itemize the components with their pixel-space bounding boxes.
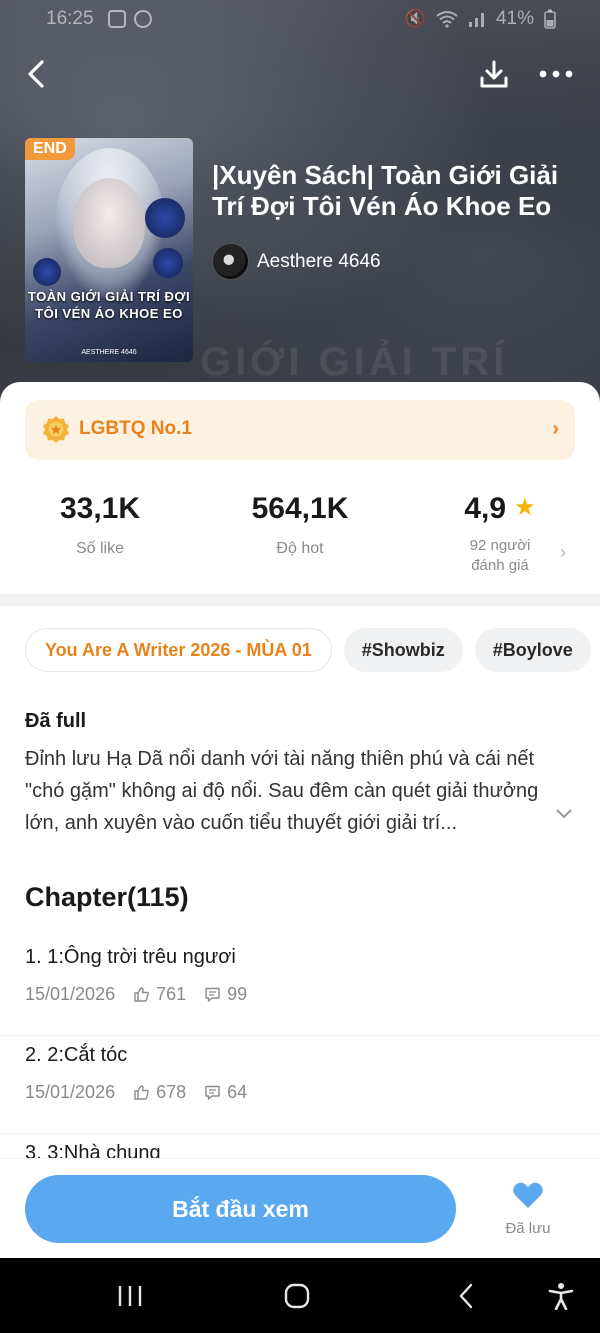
chapter-title: 3. 3:Nhà chung xyxy=(25,1142,161,1158)
synopsis[interactable]: Đã full Đỉnh lưu Hạ Dã nổi danh với tài … xyxy=(25,710,575,839)
chevron-down-icon[interactable] xyxy=(555,808,573,820)
recent-apps-button[interactable] xyxy=(110,1276,150,1316)
hot-value: 564,1K xyxy=(251,492,349,525)
section-divider xyxy=(0,594,600,606)
book-cover-image: END TOÀN GIỚI GIẢI TRÍ ĐỢI TÔI VÉN ÁO KH… xyxy=(25,138,193,362)
bottom-action-bar: Bắt đầu xem Đã lưu xyxy=(0,1158,600,1258)
medal-icon xyxy=(43,416,69,443)
comment-icon xyxy=(205,987,220,1002)
home-button[interactable] xyxy=(277,1276,317,1316)
tag-boylove[interactable]: #Boylove xyxy=(474,628,591,672)
messenger-notification-icon xyxy=(134,10,152,28)
system-back-button[interactable] xyxy=(446,1276,486,1316)
stat-likes: 33,1K Số like xyxy=(0,492,200,558)
status-time: 16:25 xyxy=(46,8,94,29)
cover-author-text: AESTHERE 4646 xyxy=(81,349,137,356)
status-right: 🔇 41% xyxy=(405,8,556,30)
wifi-icon xyxy=(436,11,458,28)
chapter-list: 1. 1:Ông trời trêu ngươi 15/01/2026 761 … xyxy=(0,938,600,1158)
chapter-likes: 678 xyxy=(156,1082,187,1102)
gallery-notification-icon xyxy=(108,10,126,28)
chapter-item[interactable]: 1. 1:Ông trời trêu ngươi 15/01/2026 761 … xyxy=(0,938,600,1036)
chapter-meta: 15/01/2026 678 64 xyxy=(25,1082,247,1103)
rating-count-label: 92 người xyxy=(469,537,531,554)
chapter-comments: 64 xyxy=(227,1082,248,1102)
rating-value: 4,9 xyxy=(464,492,507,525)
back-button[interactable] xyxy=(18,54,54,94)
battery-percent: 41% xyxy=(495,8,534,29)
status-bar: 16:25 🔇 41% xyxy=(0,8,600,36)
chapter-date: 15/01/2026 xyxy=(25,1082,116,1102)
download-icon xyxy=(480,60,508,88)
rating-sub-label: đánh giá xyxy=(471,557,529,574)
chapter-item[interactable]: 2. 2:Cắt tóc 15/01/2026 678 64 xyxy=(0,1036,600,1134)
download-button[interactable] xyxy=(474,54,514,94)
chapter-likes: 761 xyxy=(156,984,187,1004)
stat-rating[interactable]: 4,9 ★ 92 người đánh giá › xyxy=(400,492,600,576)
synopsis-text: Đỉnh lưu Hạ Dã nổi danh với tài năng thi… xyxy=(25,748,539,834)
ranking-label: LGBTQ No.1 xyxy=(79,418,192,439)
hot-label: Độ hot xyxy=(276,540,324,557)
chapter-item[interactable]: 3. 3:Nhà chung xyxy=(0,1134,600,1158)
back-arrow-icon xyxy=(28,60,44,88)
cover-title-text: TOÀN GIỚI GIẢI TRÍ ĐỢI TÔI VÉN ÁO KHOE E… xyxy=(27,289,191,321)
chevron-right-icon: › xyxy=(552,418,559,440)
comment-icon xyxy=(205,1085,220,1100)
notification-icons xyxy=(108,10,152,28)
book-detail-sheet: LGBTQ No.1 › 33,1K Số like 564,1K Độ hot… xyxy=(0,382,600,1158)
chapter-section-title: Chapter(115) xyxy=(25,882,189,912)
ranking-banner[interactable]: LGBTQ No.1 › xyxy=(25,400,575,460)
stat-hot: 564,1K Độ hot xyxy=(200,492,400,558)
likes-label: Số like xyxy=(75,540,125,557)
mute-icon: 🔇 xyxy=(404,9,426,28)
book-title: |Xuyên Sách| Toàn Giới Giải Trí Đợi Tôi … xyxy=(212,160,559,221)
accessibility-icon xyxy=(548,1283,574,1310)
author-name: Aesthere 4646 xyxy=(257,250,381,272)
heart-icon xyxy=(513,1182,543,1208)
completion-status: Đã full xyxy=(25,710,87,732)
recent-apps-icon xyxy=(118,1286,142,1306)
chapter-comments: 99 xyxy=(227,984,248,1004)
thumbs-up-icon xyxy=(134,987,149,1002)
star-icon: ★ xyxy=(514,494,536,521)
tag-list: You Are A Writer 2026 - MÙA 01 #Showbiz … xyxy=(25,628,600,672)
author-link[interactable]: Aesthere 4646 xyxy=(212,243,381,280)
saved-button[interactable]: Đã lưu xyxy=(492,1181,564,1237)
chevron-right-icon: › xyxy=(560,542,566,562)
chapter-title: 1. 1:Ông trời trêu ngươi xyxy=(25,946,236,968)
chapter-date: 15/01/2026 xyxy=(25,984,116,1004)
saved-label: Đã lưu xyxy=(505,1220,551,1237)
likes-value: 33,1K xyxy=(59,492,141,525)
battery-icon xyxy=(544,9,556,29)
chapter-meta: 15/01/2026 761 99 xyxy=(25,984,247,1005)
more-options-button[interactable] xyxy=(536,56,576,92)
author-avatar xyxy=(212,243,249,280)
signal-icon xyxy=(468,13,484,27)
home-icon xyxy=(284,1283,310,1309)
start-reading-button[interactable]: Bắt đầu xem xyxy=(25,1175,456,1243)
accessibility-button[interactable] xyxy=(541,1276,581,1316)
stats-row: 33,1K Số like 564,1K Độ hot 4,9 ★ 92 ngườ… xyxy=(0,492,600,592)
chapter-title: 2. 2:Cắt tóc xyxy=(25,1044,128,1066)
thumbs-up-icon xyxy=(134,1085,149,1100)
back-chevron-icon xyxy=(459,1283,473,1309)
hero-header: GIỚI GIẢI TRÍ 16:25 🔇 41% END TOÀN GIỚI … xyxy=(0,0,600,420)
tag-event[interactable]: You Are A Writer 2026 - MÙA 01 xyxy=(25,628,332,672)
tag-showbiz[interactable]: #Showbiz xyxy=(343,628,463,672)
end-badge: END xyxy=(25,138,75,160)
system-navigation-bar xyxy=(0,1258,600,1333)
more-dots-icon xyxy=(539,70,573,78)
hero-background-text: GIỚI GIẢI TRÍ xyxy=(200,340,509,384)
